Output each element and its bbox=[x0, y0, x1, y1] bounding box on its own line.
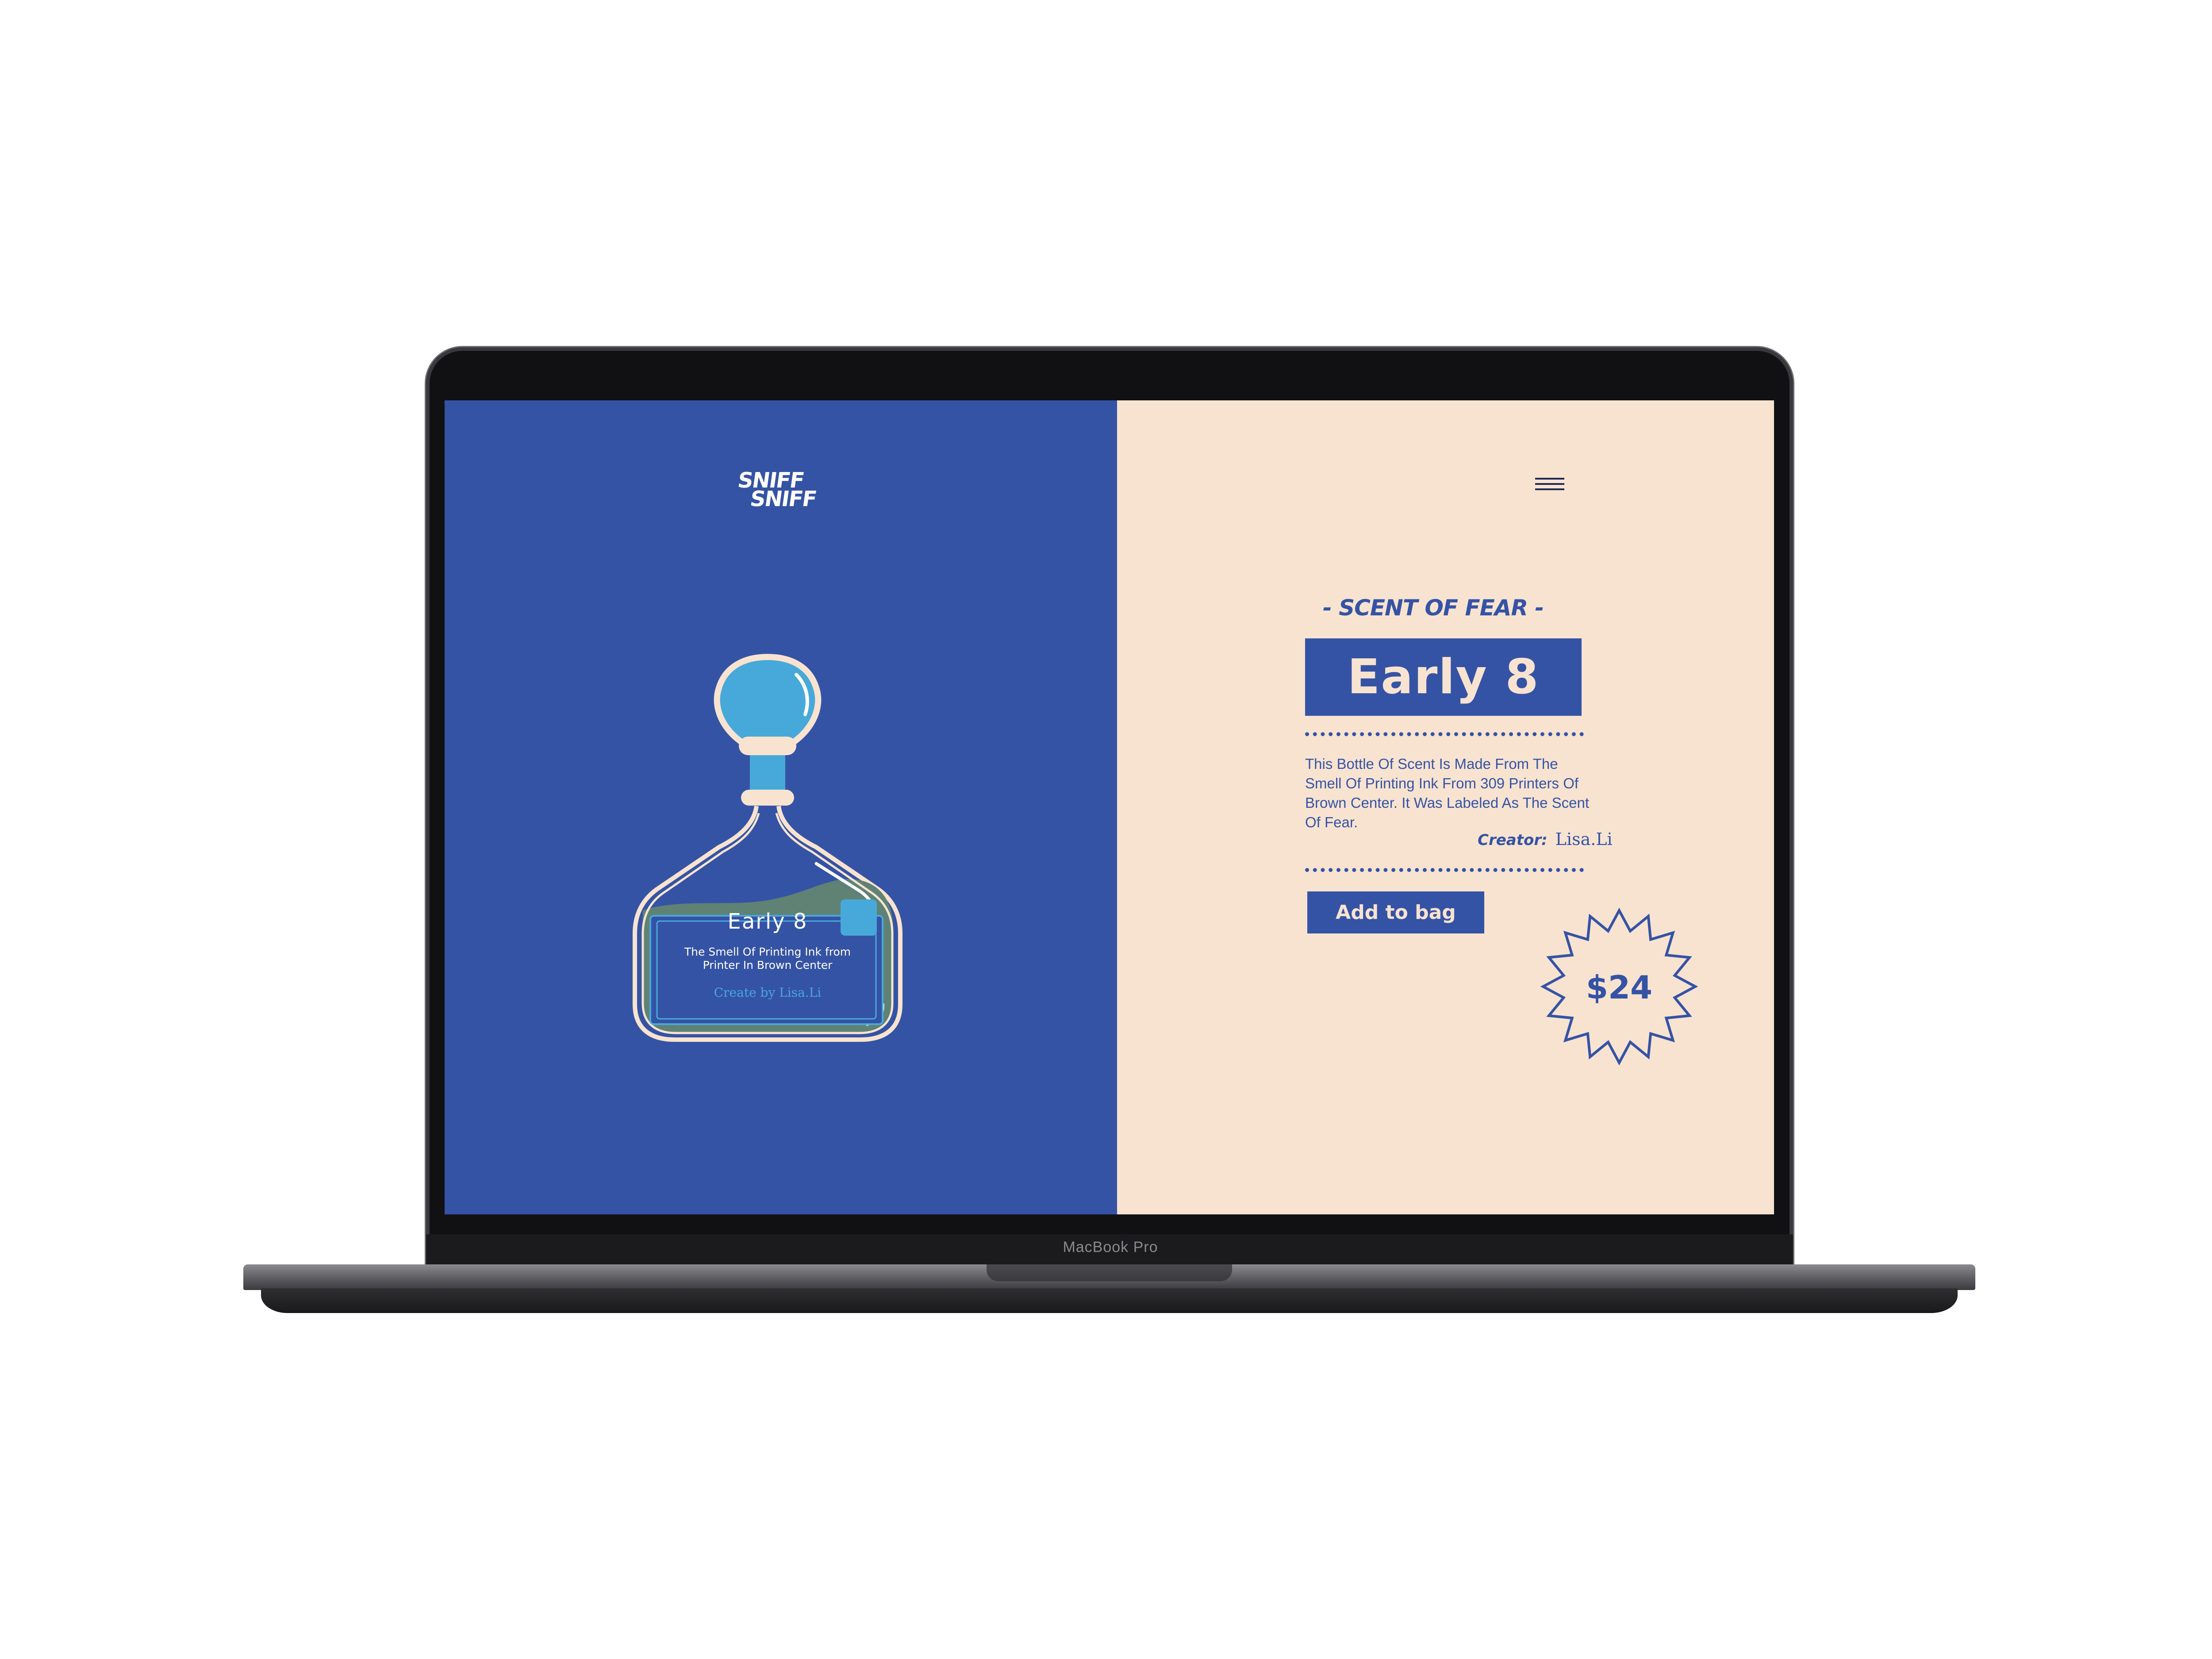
dotted-divider-bottom bbox=[1305, 868, 1584, 872]
logo-line-2: SNIFF bbox=[749, 487, 818, 511]
product-creator: Creator: Lisa.Li bbox=[1478, 830, 1613, 849]
bottle-label-subtitle-line-2: Printer In Brown Center bbox=[703, 959, 833, 972]
bottle-label-title: Early 8 bbox=[727, 909, 808, 934]
neck-ring-bottom bbox=[741, 790, 794, 806]
bottle-label-creator: Create by Lisa.Li bbox=[714, 985, 822, 1000]
menu-bar bbox=[1535, 488, 1564, 490]
site-logo[interactable]: SNIFF SNIFF bbox=[734, 468, 854, 511]
menu-bar bbox=[1535, 478, 1564, 480]
product-description: This Bottle Of Scent Is Made From The Sm… bbox=[1305, 756, 1590, 830]
add-to-bag-button[interactable]: Add to bag bbox=[1307, 891, 1484, 933]
bottle-label-subtitle: The Smell Of Printing Ink from Printer I… bbox=[635, 945, 900, 972]
stopper-cap-icon bbox=[714, 654, 822, 746]
neck-ring-top bbox=[739, 737, 796, 755]
creator-label: Creator: bbox=[1478, 831, 1548, 849]
product-eyebrow: - SCENT OF FEAR - bbox=[1323, 595, 1544, 621]
laptop-base-bottom bbox=[261, 1288, 1958, 1313]
product-title-box: Early 8 bbox=[1305, 638, 1582, 716]
laptop-screen: SNIFF SNIFF Early 8 The Smell Of Printin… bbox=[445, 400, 1774, 1214]
bottle-label-text: Early 8 The Smell Of Printing Ink from P… bbox=[635, 909, 900, 1000]
device-model-label: MacBook Pro bbox=[1063, 1239, 1158, 1256]
product-title: Early 8 bbox=[1347, 649, 1540, 705]
laptop-thumb-notch bbox=[987, 1264, 1232, 1281]
dotted-divider-top bbox=[1305, 732, 1584, 736]
product-price: $24 bbox=[1586, 969, 1653, 1006]
menu-bar bbox=[1535, 483, 1564, 485]
creator-name: Lisa.Li bbox=[1555, 830, 1613, 849]
hamburger-menu-icon[interactable] bbox=[1535, 478, 1564, 494]
bottle-label-subtitle-line-1: The Smell Of Printing Ink from bbox=[684, 945, 851, 958]
